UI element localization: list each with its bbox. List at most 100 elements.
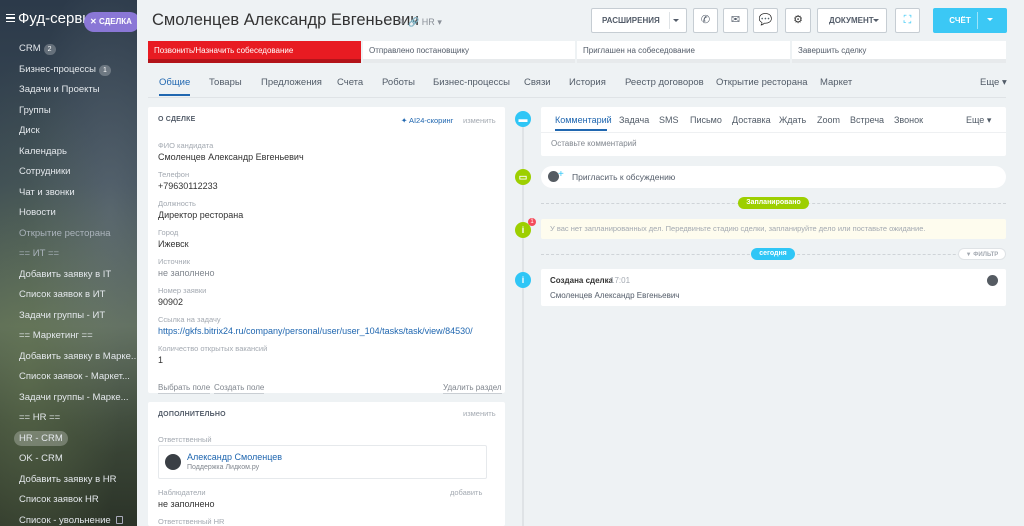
sidebar-item-hr-crm[interactable]: HR - CRM [0,429,137,450]
select-field-link[interactable]: Выбрать поле [158,383,211,394]
filter-label: ФИЛЬТР [973,252,999,258]
stage-item[interactable]: Позвонить/Назначить собеседование [148,41,361,63]
invoice-label: СЧЁТ [949,16,971,25]
add-observer-link[interactable]: добавить [450,488,482,497]
chevron-down-icon[interactable] [987,18,993,24]
invoice-button[interactable]: СЧЁТ [933,8,1007,33]
field-label: Ответственный HR [158,517,225,526]
ai-scoring-link[interactable]: ✦ AI24-скоринг [401,116,453,125]
tab-links[interactable]: Связи [524,77,551,88]
tab-products[interactable]: Товары [209,77,242,88]
field-label: ФИО кандидата [158,141,214,150]
category-label[interactable]: HR [422,17,435,27]
create-field-link[interactable]: Создать поле [214,383,265,394]
field-value[interactable]: Директор ресторана [158,210,243,220]
field-value[interactable]: Ижевск [158,239,189,249]
sidebar-item-bizproc[interactable]: Бизнес-процессы 1 [0,60,137,81]
sidebar-item-ok-crm[interactable]: OK - CRM [0,449,137,470]
tab-task[interactable]: Задача [619,115,649,125]
tab-sms[interactable]: SMS [659,115,679,125]
field-value[interactable]: Смоленцев Александр Евгеньевич [158,152,304,162]
field-value[interactable]: +79630112233 [158,181,218,191]
invite-discussion-bar[interactable]: + Пригласить к обсуждению [541,166,1006,188]
button-separator [977,12,978,29]
tab-robots[interactable]: Роботы [382,77,415,88]
sidebar-item-chat[interactable]: Чат и звонки [0,183,137,204]
responsible-name[interactable]: Александр Смоленцев [187,452,282,462]
task-link[interactable]: https://gkfs.bitrix24.ru/company/persona… [158,326,473,336]
sidebar-item-disk[interactable]: Диск [0,121,137,142]
sidebar-item-hr-divider[interactable]: == HR == [0,408,137,429]
field-value[interactable]: не заполнено [158,499,215,509]
tab-offers[interactable]: Предложения [261,77,322,88]
tab-contracts[interactable]: Реестр договоров [625,77,704,88]
stage-bar: Позвонить/Назначить собеседование Отправ… [148,41,1006,63]
sidebar-item-tasks-it[interactable]: Задачи группы - ИТ [0,306,137,327]
deal-slider-pill[interactable]: ✕ СДЕЛКА [84,12,137,32]
edit-section-link[interactable]: изменить [463,116,496,125]
filter-button[interactable]: ▼ ФИЛЬТР [958,248,1006,260]
field-value[interactable]: 1 [158,355,163,365]
sidebar-item-add-it[interactable]: Добавить заявку в IT [0,265,137,286]
sidebar-item-marketing-divider[interactable]: == Маркетинг == [0,326,137,347]
stage-item[interactable]: Отправлено постановщику [363,41,575,63]
planned-count-badge: 1 [528,218,536,226]
sidebar-item-tasks-marketing[interactable]: Задачи группы - Марке... [0,388,137,409]
stage-item[interactable]: Завершить сделку [792,41,1006,63]
sidebar-item-label: == ИТ == [19,248,60,259]
sidebar-item-news[interactable]: Новости [0,203,137,224]
extensions-button[interactable]: РАСШИРЕНИЯ [591,8,687,33]
tab-call[interactable]: Звонок [894,115,923,125]
tab-bizproc[interactable]: Бизнес-процессы [433,77,510,88]
sidebar-item-dismissal[interactable]: Список - увольнение [0,511,137,526]
sidebar-item-restaurant[interactable]: Открытие ресторана [0,224,137,245]
expand-button[interactable]: ⛶ [895,8,920,33]
delete-section-link[interactable]: Удалить раздел [443,383,502,394]
avatar[interactable] [987,275,998,286]
sidebar-item-tasks[interactable]: Задачи и Проекты [0,80,137,101]
settings-button[interactable]: ⚙ [785,8,811,33]
sidebar-item-employees[interactable]: Сотрудники [0,162,137,183]
sidebar-item-crm[interactable]: CRM 2 [0,39,137,60]
chat-button[interactable]: 💬 [753,8,778,33]
sidebar-item-list-hr[interactable]: Список заявок HR [0,490,137,511]
tab-more[interactable]: Еще ▾ [980,77,1007,88]
sidebar-item-list-marketing[interactable]: Список заявок - Маркет... [0,367,137,388]
tab-email[interactable]: Письмо [690,115,722,125]
stage-item[interactable]: Приглашен на собеседование [577,41,790,63]
tab-invoices[interactable]: Счета [337,77,363,88]
call-button[interactable]: ✆ [693,8,718,33]
sidebar-item-list-it[interactable]: Список заявок в ИТ [0,285,137,306]
tab-comment[interactable]: Комментарий [555,115,612,125]
sidebar-item-add-marketing[interactable]: Добавить заявку в Марке... [0,347,137,368]
sidebar-item-groups[interactable]: Группы [0,101,137,122]
field-value[interactable]: 90902 [158,297,183,307]
chevron-down-icon[interactable]: ▾ [437,17,442,27]
field-label: Источник [158,257,191,266]
responsible-user-card[interactable]: Александр Смоленцев Поддержка Лидком.ру [158,445,487,479]
document-button[interactable]: ДОКУМЕНТ [817,8,887,33]
sidebar-item-label: Список заявок HR [19,494,99,505]
field-value[interactable]: не заполнено [158,268,215,278]
gear-icon: ⚙ [793,14,803,26]
edit-pencil-icon[interactable]: ✎ [398,17,406,27]
chevron-down-icon: ▾ [1001,77,1007,88]
tab-market[interactable]: Маркет [820,77,852,88]
tab-zoom[interactable]: Zoom [817,115,840,125]
email-button[interactable]: ✉ [723,8,748,33]
comment-input[interactable]: Оставьте комментарий [551,139,637,148]
link-icon[interactable]: 🔗 [408,17,419,27]
menu-burger-icon[interactable] [6,14,15,22]
sidebar-item-it-divider[interactable]: == ИТ == [0,244,137,265]
tab-more-activities[interactable]: Еще ▾ [966,115,991,126]
tab-meeting[interactable]: Встреча [850,115,884,125]
page-title[interactable]: Смоленцев Александр Евгеньевич [152,11,419,30]
sidebar-item-calendar[interactable]: Календарь [0,142,137,163]
sidebar-item-add-hr[interactable]: Добавить заявку в HR [0,470,137,491]
tab-wait[interactable]: Ждать [779,115,806,125]
tab-general[interactable]: Общие [159,77,191,96]
tab-history[interactable]: История [569,77,606,88]
edit-section-link[interactable]: изменить [463,409,496,418]
tab-restaurant[interactable]: Открытие ресторана [716,77,808,88]
tab-delivery[interactable]: Доставка [732,115,771,125]
